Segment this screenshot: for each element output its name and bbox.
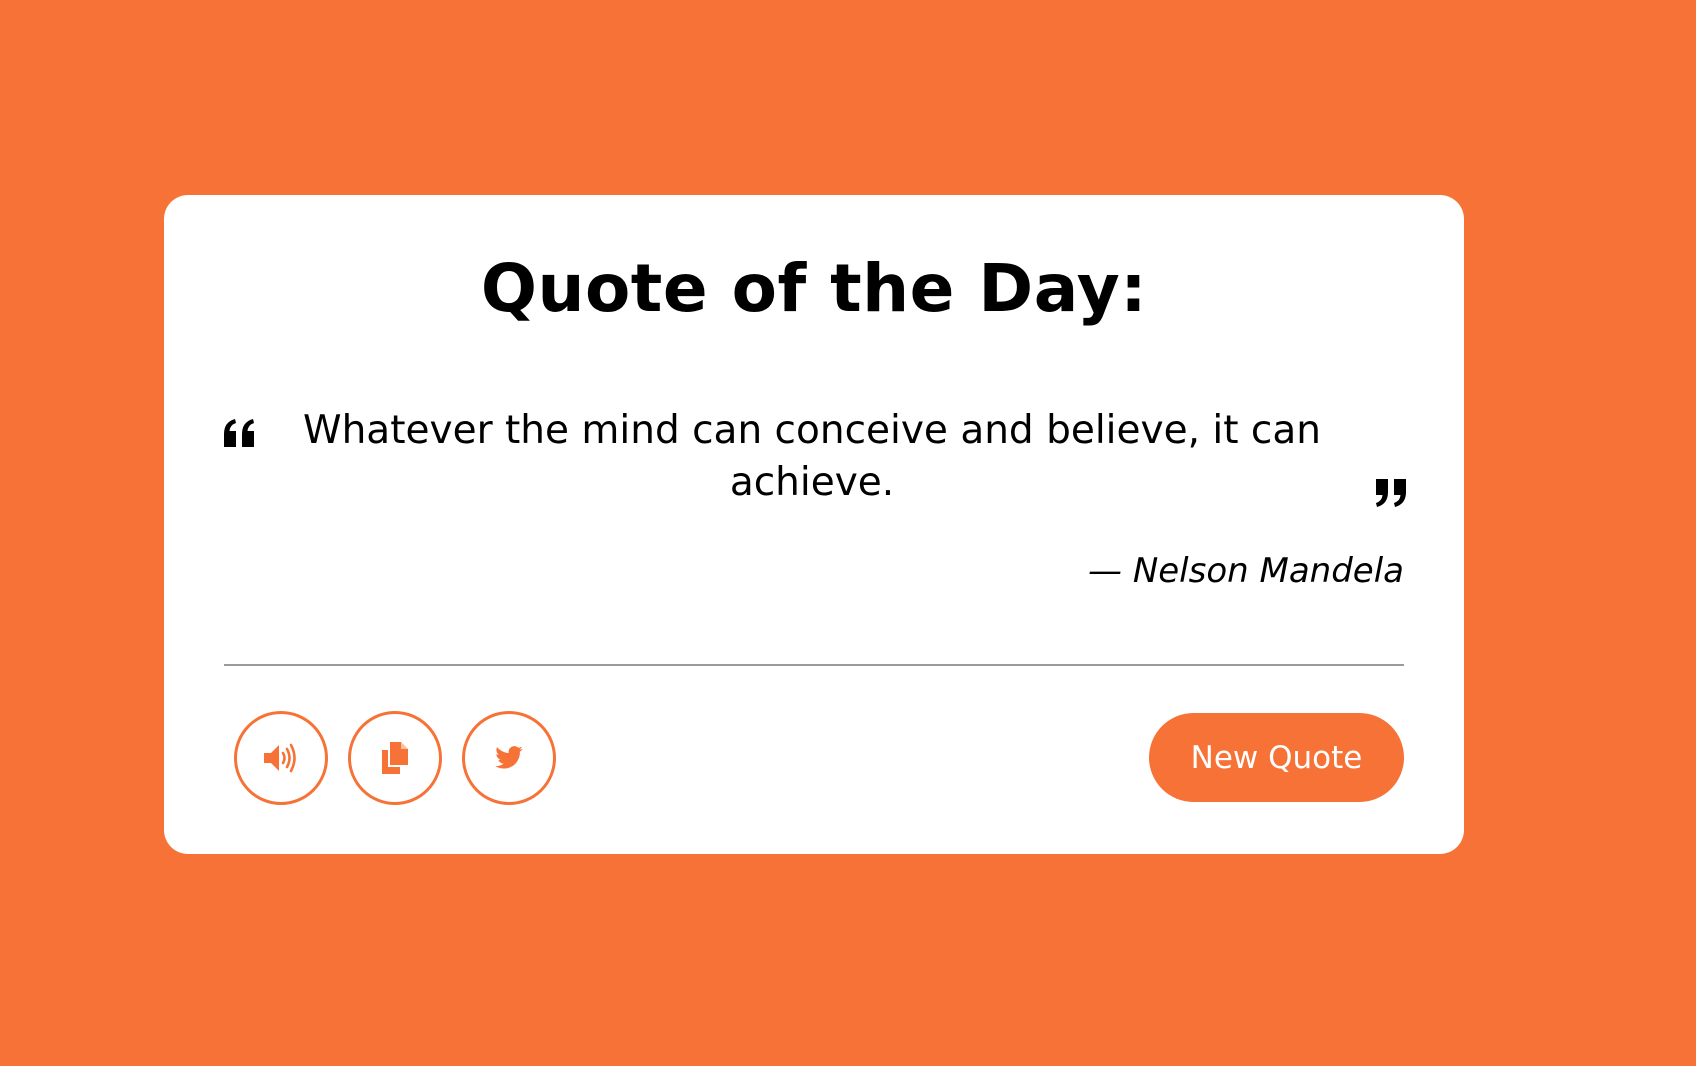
quote-text: Whatever the mind can conceive and belie… <box>303 408 1321 505</box>
copy-icon <box>382 742 408 774</box>
speaker-icon <box>264 743 296 773</box>
twitter-icon <box>495 746 523 769</box>
tweet-button[interactable] <box>462 711 556 805</box>
speak-button[interactable] <box>234 711 328 805</box>
quote-author: — Nelson Mandela <box>1088 551 1404 591</box>
new-quote-button[interactable]: New Quote <box>1149 713 1404 802</box>
quote-card: Quote of the Day: Whatever the mind can … <box>164 195 1464 854</box>
open-quote-icon <box>224 419 254 447</box>
page-title: Quote of the Day: <box>480 250 1148 327</box>
copy-button[interactable] <box>348 711 442 805</box>
close-quote-icon <box>1376 479 1406 507</box>
divider <box>224 664 1404 666</box>
